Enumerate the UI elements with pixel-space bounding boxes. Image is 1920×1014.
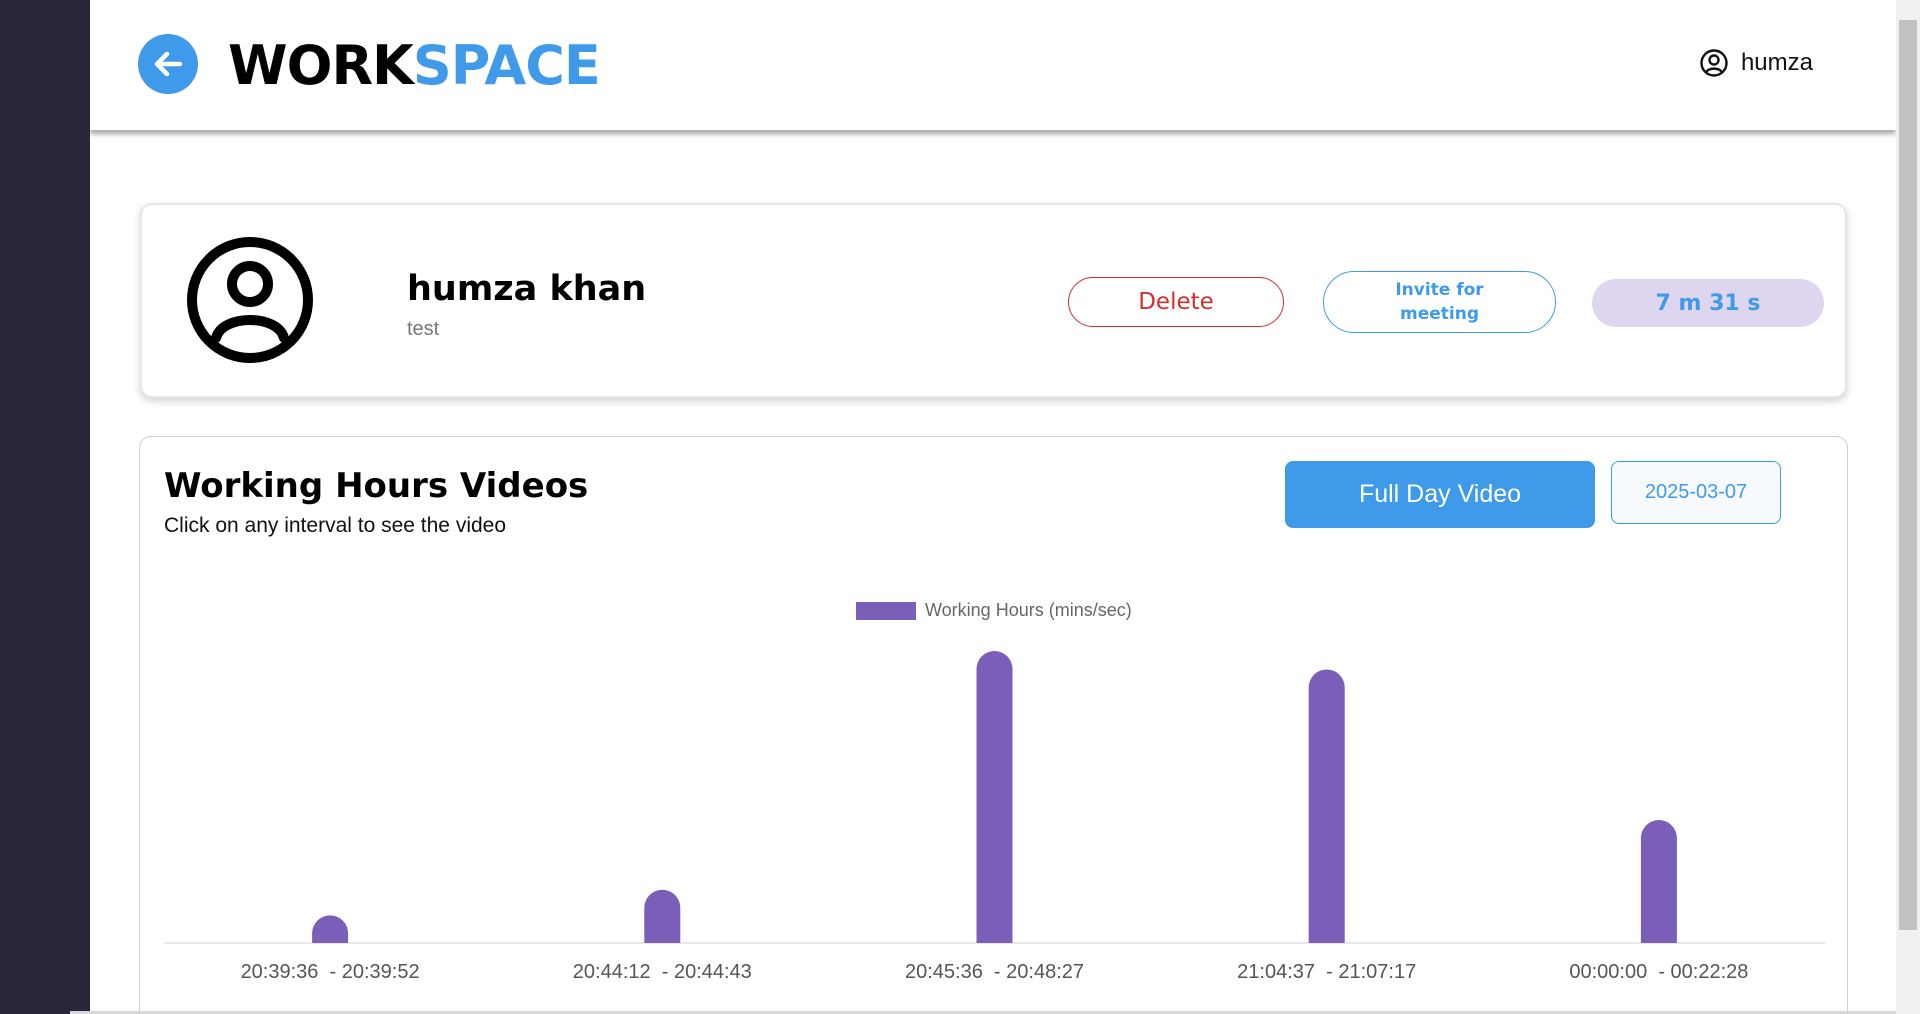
section-title: Working Hours Videos: [164, 466, 589, 506]
main-content: WORKSPACE humza humza khan test Delete I…: [90, 0, 1896, 1014]
chart-bar[interactable]: [312, 915, 349, 943]
logo-part2: SPACE: [412, 34, 601, 97]
chart-bar[interactable]: [644, 889, 681, 943]
profile-role: test: [407, 318, 440, 340]
user-circle-icon: [1700, 49, 1728, 77]
invite-meeting-button[interactable]: Invite for meeting: [1323, 271, 1556, 333]
legend-label: Working Hours (mins/sec): [925, 600, 1132, 620]
working-hours-card: Working Hours (mins/sec) 20:39:36 - 20:39…: [139, 436, 1848, 1014]
x-tick-label: 20:39:36 - 20:39:52: [241, 961, 420, 983]
x-tick-label: 20:44:12 - 20:44:43: [573, 961, 752, 983]
user-menu[interactable]: humza: [1699, 48, 1813, 78]
username-label: humza: [1740, 49, 1813, 76]
x-tick-label: 21:04:37 - 21:07:17: [1237, 961, 1416, 983]
app-logo: WORKSPACE: [228, 34, 601, 98]
x-tick-label: 00:00:00 - 00:22:28: [1569, 961, 1748, 983]
chart-bar[interactable]: [1308, 669, 1345, 943]
arrow-left-icon: [154, 51, 183, 77]
avatar: [187, 237, 313, 363]
scrollbar-thumb[interactable]: [1899, 20, 1917, 930]
chart-legend[interactable]: Working Hours (mins/sec): [856, 600, 1132, 620]
vertical-scrollbar[interactable]: [1896, 0, 1920, 1014]
date-picker[interactable]: 2025-03-07: [1611, 461, 1781, 524]
x-tick-label: 20:45:36 - 20:48:27: [905, 961, 1084, 983]
legend-swatch: [856, 602, 916, 620]
chart-bar[interactable]: [976, 651, 1013, 943]
header: WORKSPACE humza: [90, 0, 1896, 130]
logo-part1: WORK: [228, 34, 414, 97]
full-day-video-button[interactable]: Full Day Video: [1285, 461, 1595, 528]
chart-bar[interactable]: [1640, 820, 1677, 943]
profile-card: humza khan test Delete Invite for meetin…: [140, 203, 1847, 398]
section-subtitle: Click on any interval to see the video: [164, 514, 507, 537]
delete-button[interactable]: Delete: [1068, 277, 1284, 327]
total-time-badge: 7 m 31 s: [1592, 279, 1824, 327]
sidebar: [0, 0, 90, 1014]
profile-name: humza khan: [407, 269, 647, 309]
back-button[interactable]: [138, 34, 198, 94]
